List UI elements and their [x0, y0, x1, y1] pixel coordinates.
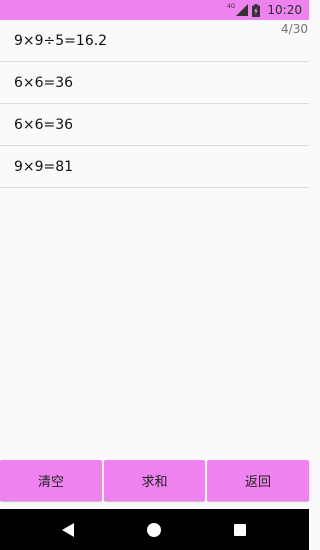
status-icons: 4G 10:20: [227, 2, 302, 18]
app-screen: 4G 10:20 9×9÷5=16.2 6×6=36 6×6=36 9×9=81…: [0, 0, 309, 550]
nav-recents-button[interactable]: [215, 509, 265, 550]
sum-button[interactable]: 求和: [104, 460, 205, 501]
system-nav-bar: [0, 509, 309, 550]
back-button[interactable]: 返回: [207, 460, 309, 501]
calculation-list: 9×9÷5=16.2 6×6=36 6×6=36 9×9=81: [0, 20, 309, 188]
calculation-text: 6×6=36: [14, 74, 74, 91]
status-clock: 10:20: [267, 3, 302, 17]
list-item[interactable]: 9×9=81: [0, 146, 309, 188]
record-counter: 4/30: [281, 22, 308, 36]
network-type-label: 4G: [226, 2, 236, 10]
battery-icon: [252, 3, 261, 17]
nav-back-button[interactable]: [43, 509, 93, 550]
signal-icon: [236, 4, 249, 16]
status-bar: 4G 10:20: [0, 0, 309, 20]
back-triangle-icon: [62, 522, 74, 537]
recents-square-icon: [234, 523, 246, 536]
list-item[interactable]: 6×6=36: [0, 104, 309, 146]
list-item[interactable]: 6×6=36: [0, 62, 309, 104]
clear-button[interactable]: 清空: [0, 460, 102, 501]
list-item[interactable]: 9×9÷5=16.2: [0, 20, 309, 62]
action-button-bar: 清空 求和 返回: [0, 460, 309, 502]
nav-home-button[interactable]: [129, 509, 179, 550]
calculation-text: 9×9÷5=16.2: [14, 32, 108, 49]
calculation-text: 9×9=81: [14, 158, 74, 175]
calculation-text: 6×6=36: [14, 116, 74, 133]
home-circle-icon: [147, 522, 161, 537]
